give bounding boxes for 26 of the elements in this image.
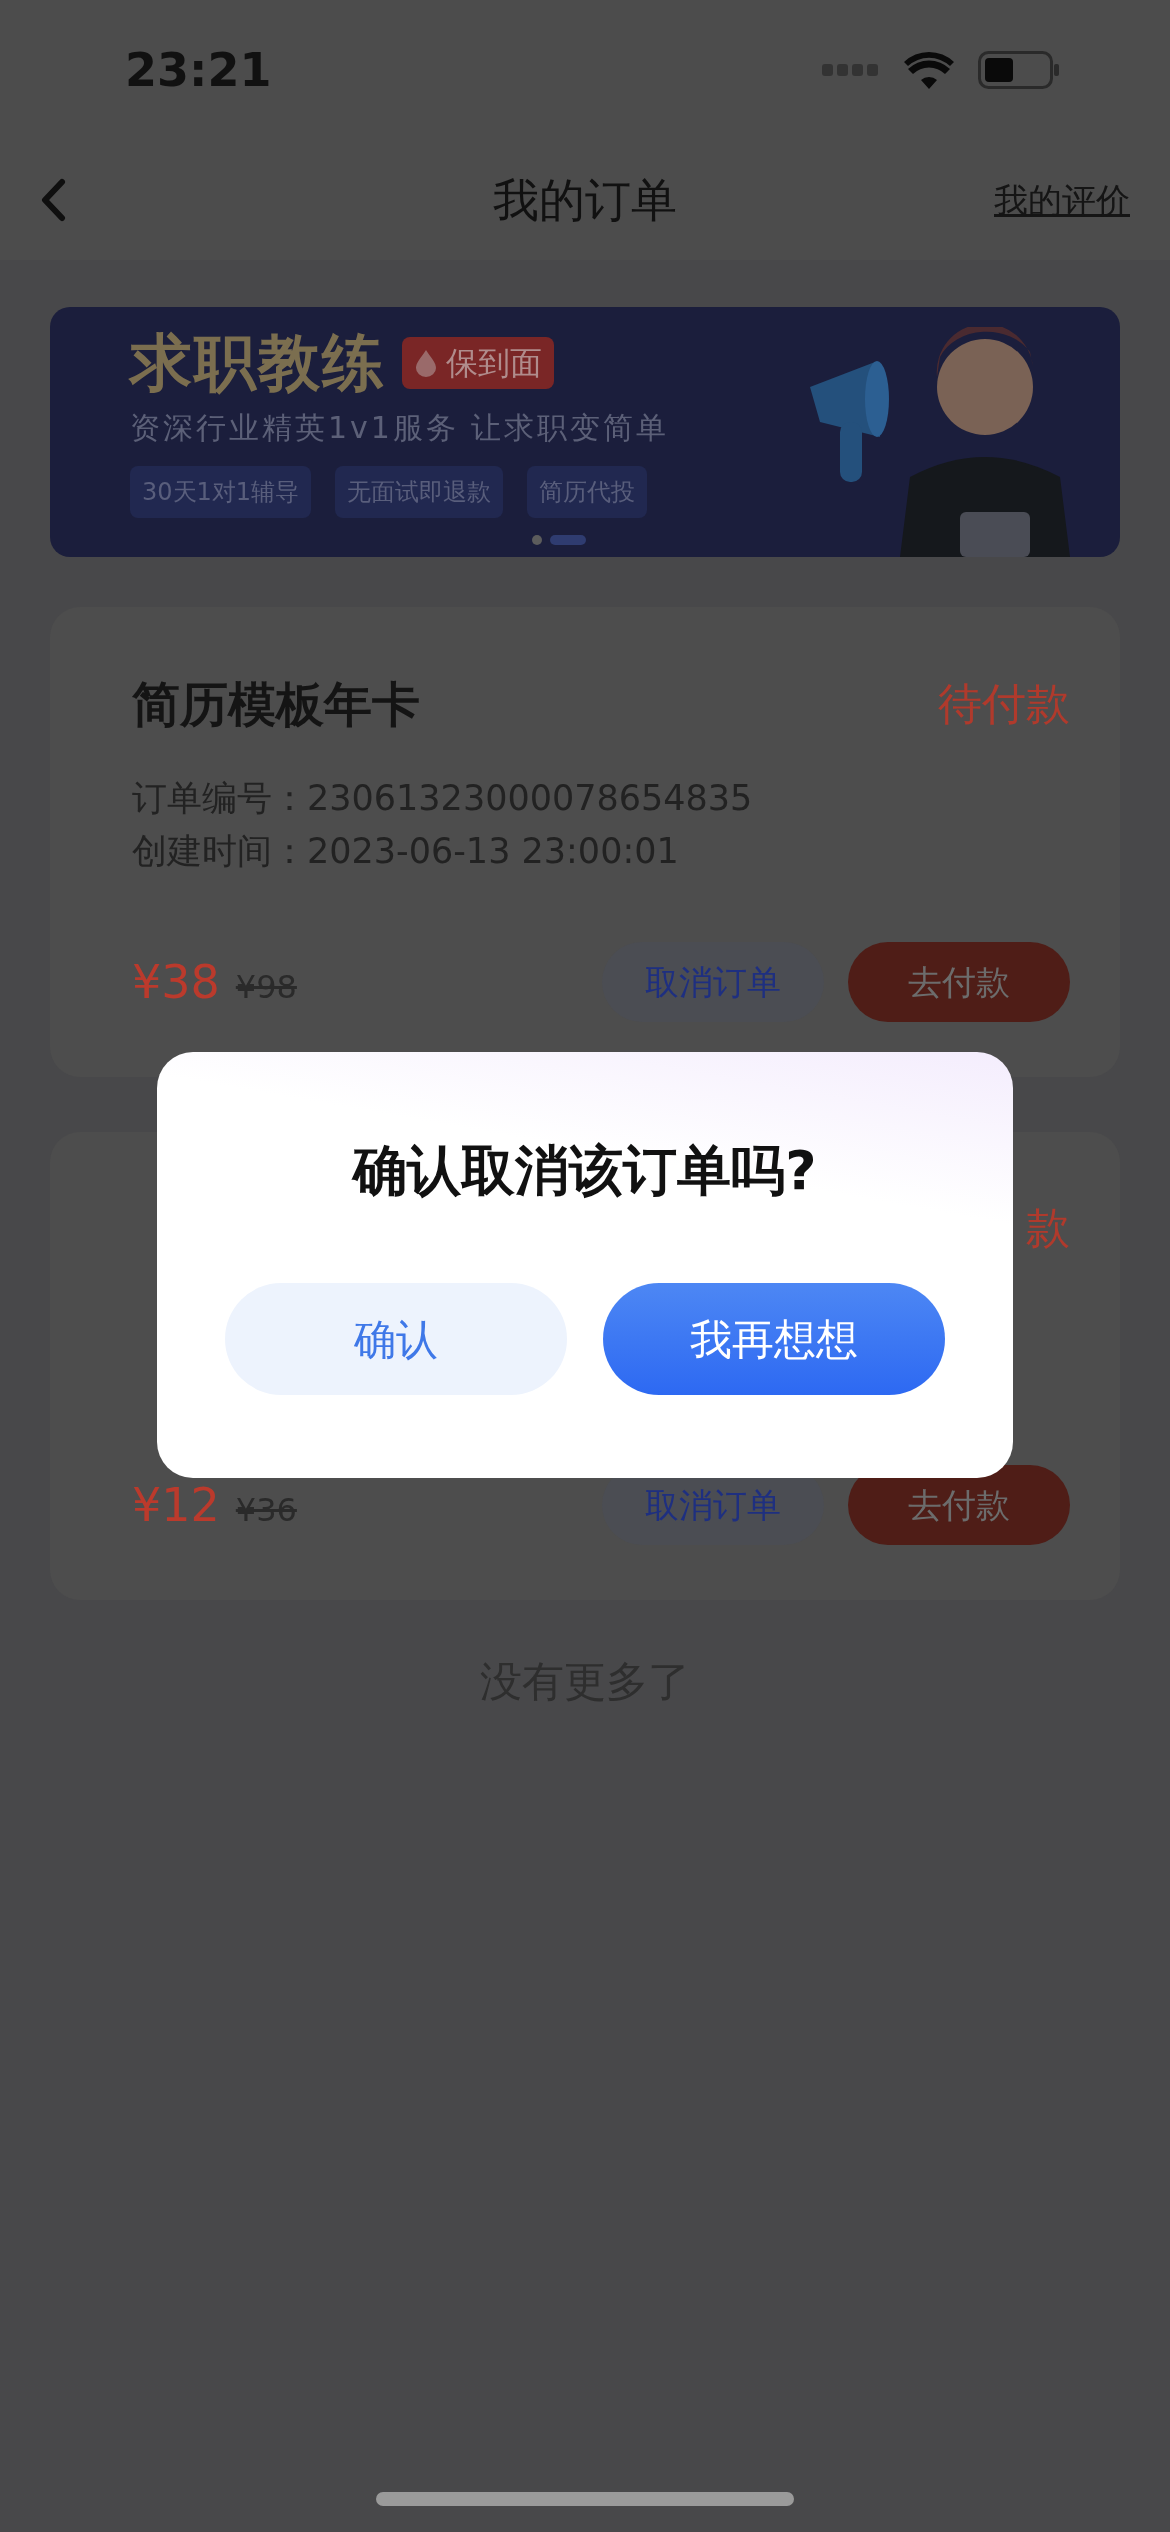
dialog-title: 确认取消该订单吗? [350, 1138, 818, 1204]
drop-icon [414, 349, 438, 378]
back-icon [40, 178, 66, 222]
pay-button[interactable]: 去付款 [848, 942, 1070, 1022]
feature-tag: 30天1对1辅导 [130, 466, 312, 519]
confirm-button[interactable]: 确认 [225, 1283, 567, 1395]
banner-badge: 保到面 [402, 337, 554, 390]
battery-icon [978, 51, 1060, 89]
carousel-dot[interactable] [532, 535, 542, 545]
order-status: 待付款 [938, 677, 1070, 731]
feature-tag: 无面试即退款 [335, 466, 504, 519]
order-title: 简历模板年卡 [132, 675, 420, 734]
feature-tag: 简历代投 [527, 466, 648, 519]
my-reviews-link[interactable]: 我的评价 [994, 174, 1130, 226]
wifi-icon [904, 51, 954, 89]
status-time: 23:21 [125, 41, 272, 99]
banner-subtitle: 资深行业精英1v1服务 让求职变简单 [130, 409, 671, 448]
order-status: 款 [1026, 1201, 1070, 1255]
page-title: 我的订单 [493, 171, 677, 229]
order-price: ¥38 [132, 953, 220, 1011]
signal-icon [822, 64, 880, 76]
back-button[interactable] [40, 178, 66, 222]
order-price: ¥12 [132, 1476, 220, 1534]
reconsider-button[interactable]: 我再想想 [603, 1283, 945, 1395]
promo-banner[interactable]: 求职教练 保到面 资深行业精英1v1服务 让求职变简单 30天1对1辅导 无面试即退款 简历代投 [50, 307, 1120, 557]
banner-title: 求职教练 [130, 329, 386, 398]
